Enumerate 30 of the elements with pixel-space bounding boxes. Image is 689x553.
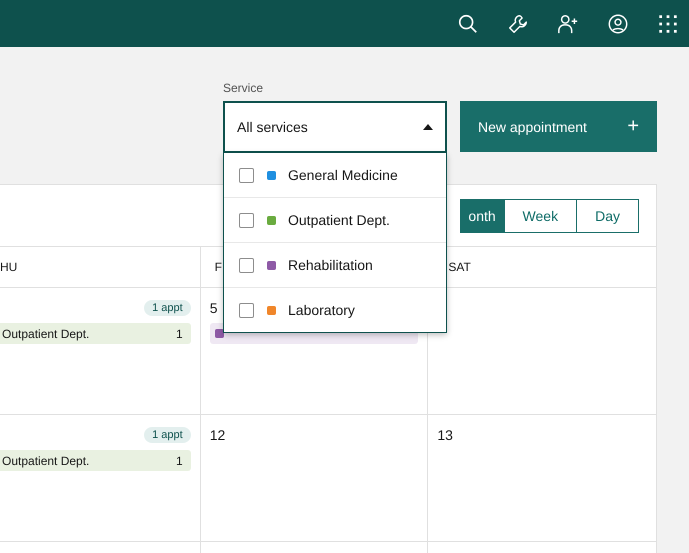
caret-icon: [423, 124, 433, 130]
service-dropdown[interactable]: All services: [223, 101, 447, 153]
dropdown-option[interactable]: General Medicine: [224, 153, 446, 198]
day-number: 5: [210, 300, 218, 316]
checkbox[interactable]: [239, 258, 254, 272]
new-appointment-button[interactable]: New appointment +: [460, 101, 657, 152]
view-tab[interactable]: Day: [576, 198, 639, 232]
apps-grid-icon[interactable]: [657, 12, 679, 34]
weekday-header: F: [214, 260, 222, 274]
view-tab[interactable]: Week: [504, 198, 578, 232]
day-number: 13: [437, 427, 453, 443]
appointment-count-badge: 1 appt: [144, 427, 191, 443]
dropdown-option[interactable]: Rehabilitation: [224, 243, 446, 288]
view-tab[interactable]: onth: [460, 198, 505, 232]
add-user-icon[interactable]: [557, 12, 579, 34]
field-label: Service: [223, 81, 264, 95]
weekday-header: HU: [0, 260, 18, 274]
user-icon[interactable]: [607, 12, 629, 34]
checkbox[interactable]: [239, 168, 254, 182]
appointment-chip[interactable]: Outpatient Dept. 1: [0, 450, 191, 471]
checkbox[interactable]: [239, 302, 254, 318]
appointment-chip[interactable]: Outpatient Dept. 1: [0, 323, 191, 344]
dropdown-option[interactable]: Laboratory: [224, 288, 446, 332]
appointment-count-badge: 1 appt: [144, 300, 191, 316]
day-number: 12: [210, 427, 226, 443]
dropdown-option[interactable]: Outpatient Dept.: [224, 198, 446, 243]
wrench-icon[interactable]: [507, 12, 529, 34]
weekday-header: SAT: [448, 260, 471, 274]
search-icon[interactable]: [457, 12, 479, 34]
checkbox[interactable]: [239, 212, 254, 228]
